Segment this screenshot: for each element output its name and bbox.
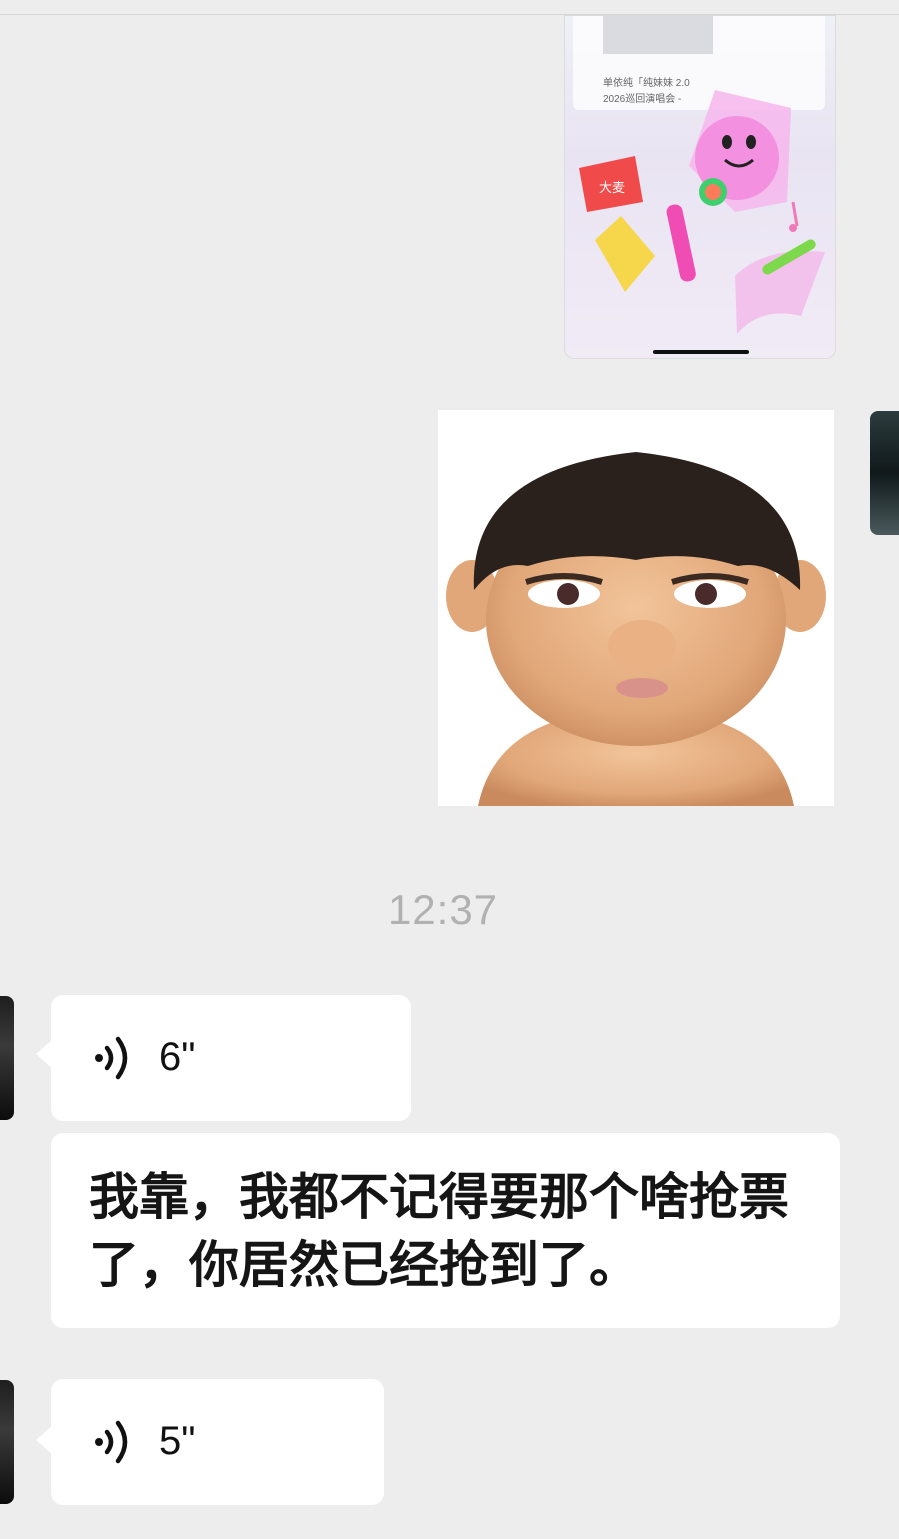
voice-duration: 6" <box>159 1035 196 1079</box>
lightstick-illustration: 大麦 <box>579 90 825 334</box>
damai-badge: 大麦 <box>599 181 625 196</box>
contact-avatar[interactable] <box>0 1380 14 1504</box>
bubble-tail <box>36 1426 52 1454</box>
sticker-image[interactable] <box>438 410 834 806</box>
bubble-tail <box>36 1040 52 1068</box>
contact-avatar[interactable] <box>0 996 14 1120</box>
text-message: 我靠，我都不记得要那个啥抢票了，你居然已经抢到了。 <box>89 1168 789 1294</box>
home-indicator <box>653 350 749 354</box>
voice-wave-icon <box>95 1420 128 1464</box>
voice-message-bubble[interactable]: 6" <box>51 995 411 1121</box>
text-message-bubble[interactable]: 我靠，我都不记得要那个啥抢票了，你居然已经抢到了。 <box>51 1133 840 1328</box>
baby-face-sticker <box>446 452 826 806</box>
shared-screenshot-image[interactable]: 单依纯「纯妹妹 2.0 2026巡回演唱会 - 大麦 <box>564 15 836 359</box>
voice-message-bubble[interactable]: 5" <box>51 1379 384 1505</box>
voice-wave-icon <box>95 1036 128 1080</box>
chat-timestamp: 12:37 <box>387 886 499 933</box>
voice-duration: 5" <box>159 1419 196 1463</box>
my-avatar[interactable] <box>870 411 899 535</box>
